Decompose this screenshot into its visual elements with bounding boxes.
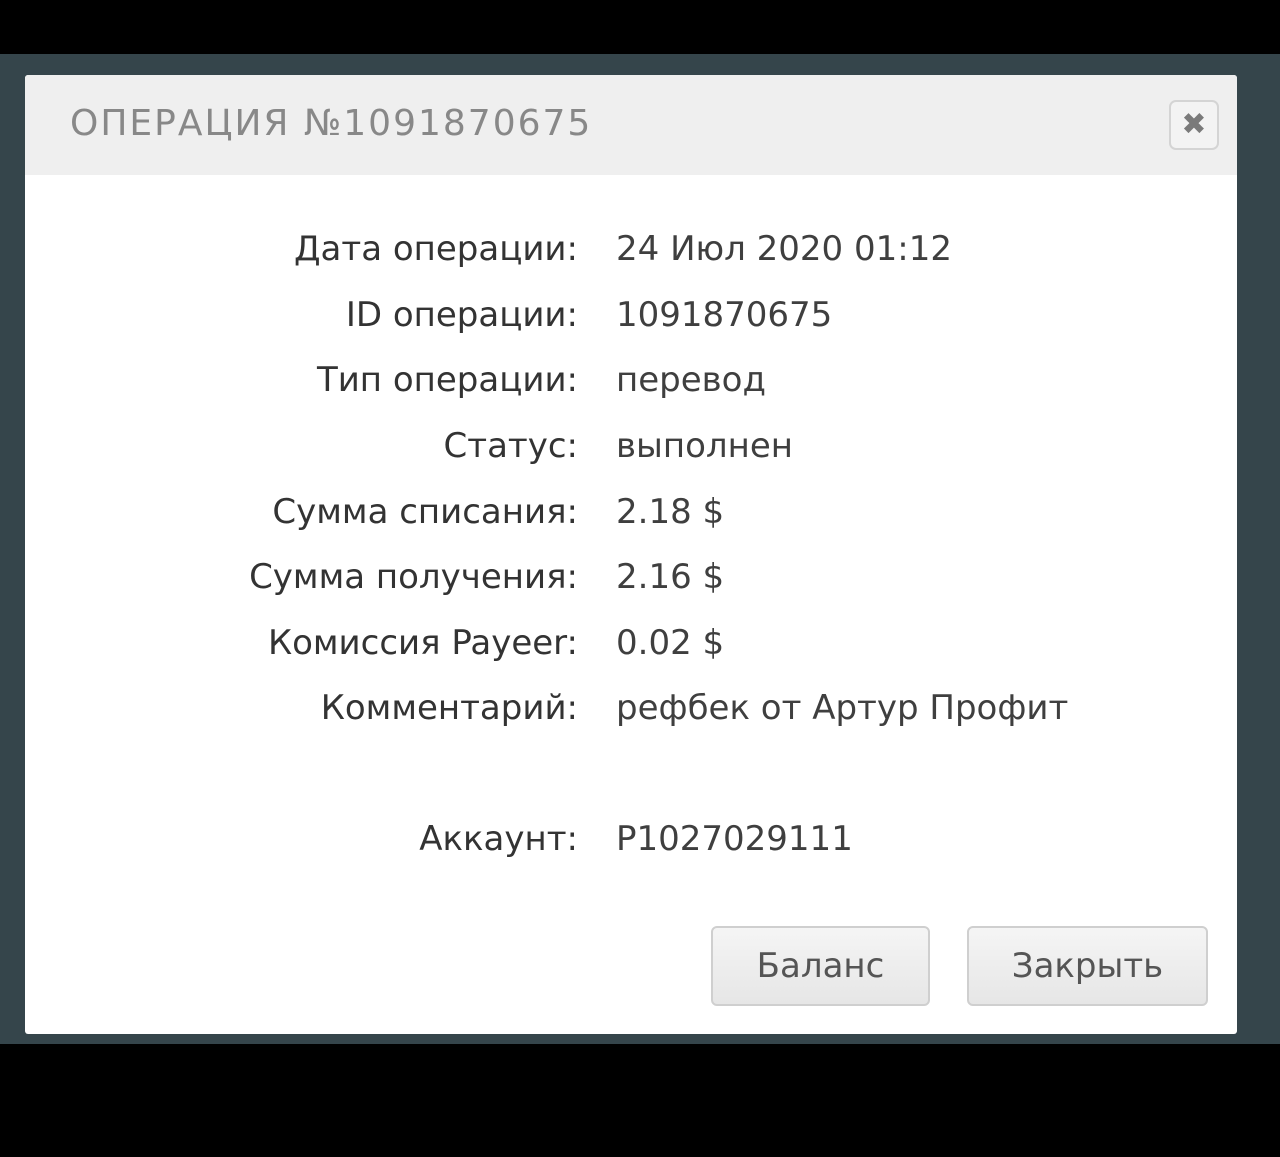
row-status: Статус: выполнен xyxy=(25,421,1237,471)
row-label: ID операции: xyxy=(345,295,578,335)
row-value: P1027029111 xyxy=(616,819,853,859)
row-label: Аккаунт: xyxy=(419,819,578,859)
row-value: 24 Июл 2020 01:12 xyxy=(616,229,952,269)
screen: ОПЕРАЦИЯ №1091870675 ✖ Дата операции: 24… xyxy=(0,0,1280,1157)
row-label: Комментарий: xyxy=(320,688,578,728)
row-value: 2.16 $ xyxy=(616,557,725,597)
dialog-header: ОПЕРАЦИЯ №1091870675 ✖ xyxy=(25,75,1237,175)
row-label: Комиссия Payeer: xyxy=(267,623,578,663)
row-value: 1091870675 xyxy=(616,295,833,335)
close-button[interactable]: Закрыть xyxy=(967,926,1208,1006)
row-label: Сумма списания: xyxy=(272,492,578,532)
row-operation-id: ID операции: 1091870675 xyxy=(25,290,1237,340)
row-value: перевод xyxy=(616,360,766,400)
row-operation-date: Дата операции: 24 Июл 2020 01:12 xyxy=(25,224,1237,274)
row-label: Статус: xyxy=(443,426,578,466)
row-label: Сумма получения: xyxy=(249,557,578,597)
close-icon[interactable]: ✖ xyxy=(1169,100,1219,150)
row-received-amount: Сумма получения: 2.16 $ xyxy=(25,552,1237,602)
row-debit-amount: Сумма списания: 2.18 $ xyxy=(25,487,1237,537)
row-value: выполнен xyxy=(616,426,794,466)
row-value: 0.02 $ xyxy=(616,623,725,663)
row-value: рефбек от Артур Профит xyxy=(616,688,1069,728)
row-commission: Комиссия Payeer: 0.02 $ xyxy=(25,618,1237,668)
row-account: Аккаунт: P1027029111 xyxy=(25,814,1237,864)
dialog-title: ОПЕРАЦИЯ №1091870675 xyxy=(70,103,593,144)
operation-dialog: ОПЕРАЦИЯ №1091870675 ✖ Дата операции: 24… xyxy=(25,75,1237,1034)
balance-button[interactable]: Баланс xyxy=(711,926,930,1006)
row-operation-type: Тип операции: перевод xyxy=(25,355,1237,405)
row-value: 2.18 $ xyxy=(616,492,725,532)
row-label: Тип операции: xyxy=(316,360,578,400)
row-label: Дата операции: xyxy=(293,229,578,269)
row-comment: Комментарий: рефбек от Артур Профит xyxy=(25,683,1237,733)
